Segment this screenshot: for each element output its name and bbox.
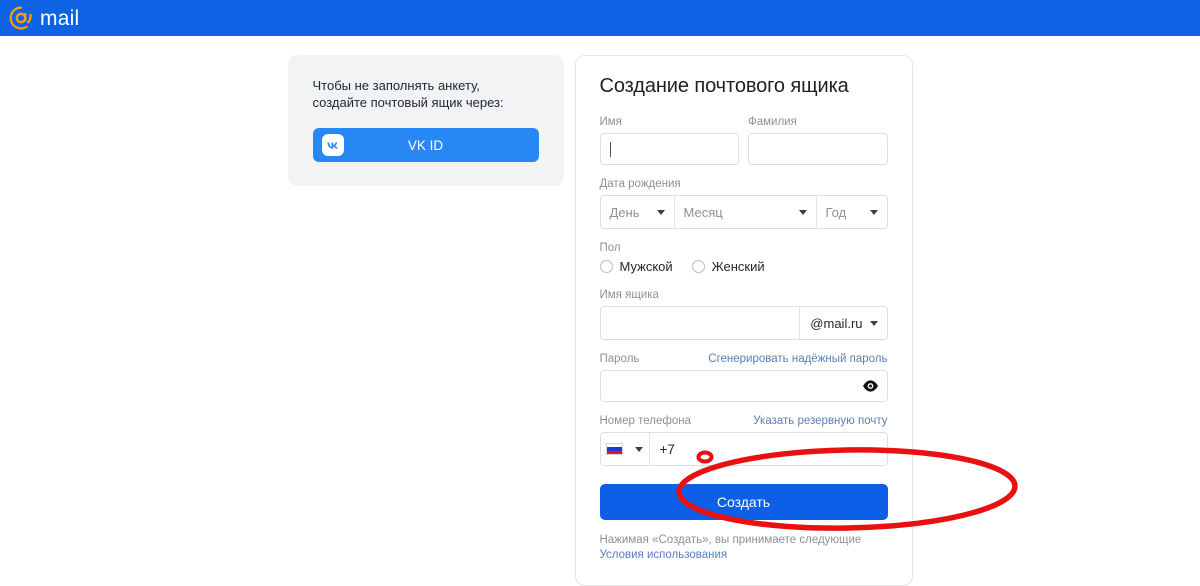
page-content: Чтобы не заполнять анкету, создайте почт… [0,36,1200,586]
gender-options: Мужской Женский [599,259,888,274]
first-name-group: Имя [599,115,739,165]
app-header: mail [0,0,1200,36]
birth-day-select[interactable]: День [601,196,675,228]
mailbox-group: @mail.ru [599,306,888,340]
last-name-group: Фамилия [748,115,888,165]
vk-id-button-label: VK ID [407,137,444,153]
vk-logo-icon [321,134,344,156]
social-signup-card: Чтобы не заполнять анкету, создайте почт… [287,55,564,186]
password-group [599,370,888,402]
password-label: Пароль [599,353,640,365]
generate-password-link[interactable]: Сгенерировать надёжный пароль [708,353,887,365]
phone-label-row: Номер телефона Указать резервную почту [600,414,888,432]
at-sign-icon [8,5,34,31]
phone-input[interactable]: +7 [650,433,887,465]
chevron-down-icon [656,209,665,215]
phone-label: Номер телефона [599,415,691,427]
password-input[interactable] [599,370,888,402]
mail-ru-logo[interactable]: mail [8,5,79,31]
first-name-label: Имя [599,116,622,128]
birth-day-value: День [609,204,640,220]
chevron-down-icon [798,209,807,215]
country-code-select[interactable] [601,433,650,465]
first-name-input[interactable] [599,133,739,165]
gender-option-female-label: Женский [711,259,765,274]
logo-text: mail [40,6,80,30]
create-account-button[interactable]: Создать [599,484,888,520]
chevron-down-icon [869,320,878,326]
mailbox-label: Имя ящика [599,289,659,301]
backup-email-link[interactable]: Указать резервную почту [753,415,887,427]
birth-month-select[interactable]: Месяц [675,196,817,228]
birth-month-value: Месяц [683,204,723,220]
text-cursor [609,141,611,157]
terms-of-use-link[interactable]: Условия использования [600,549,728,561]
gender-label: Пол [599,242,621,254]
last-name-label: Фамилия [748,116,797,128]
phone-group: +7 [599,432,888,466]
gender-option-male-label: Мужской [619,259,673,274]
radio-icon [691,260,705,273]
birth-date-label: Дата рождения [599,178,681,190]
gender-option-female[interactable]: Женский [691,259,765,274]
page-title: Создание почтового ящика [599,75,849,97]
gender-option-male[interactable]: Мужской [599,259,673,274]
terms-prefix: Нажимая «Создать», вы принимаете следующ… [599,534,862,546]
mailbox-input[interactable] [601,307,801,339]
name-row: Имя Фамилия [599,115,888,165]
social-prompt-text: Чтобы не заполнять анкету, создайте почт… [312,78,504,110]
mailbox-domain-value: @mail.ru [810,315,863,331]
eye-icon[interactable] [862,378,879,395]
terms-text: Нажимая «Создать», вы принимаете следующ… [600,533,888,563]
mailbox-domain-select[interactable]: @mail.ru [800,307,886,339]
vk-id-button[interactable]: VK ID [312,128,539,162]
phone-prefix: +7 [659,441,675,457]
birth-date-group: День Месяц Год [599,195,888,229]
birth-year-select[interactable]: Год [817,196,887,228]
birth-year-value: Год [825,204,847,220]
radio-icon [599,260,613,273]
chevron-down-icon [869,209,878,215]
chevron-down-icon [635,446,643,452]
registration-form-card: Создание почтового ящика Имя Фамилия Дат… [574,55,913,586]
password-label-row: Пароль Сгенерировать надёжный пароль [600,352,888,370]
last-name-input[interactable] [748,133,888,165]
russia-flag-icon [606,443,623,455]
